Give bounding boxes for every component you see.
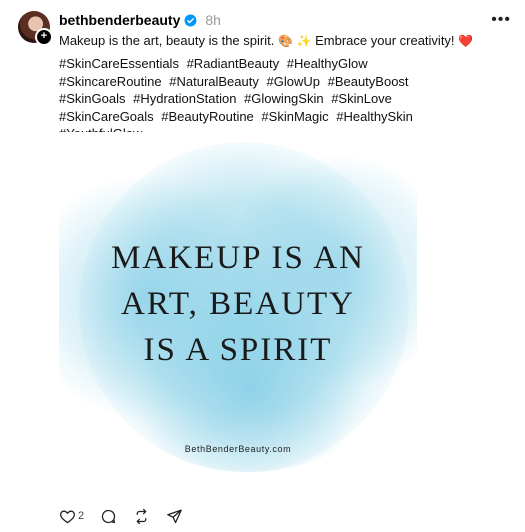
hashtag[interactable]: #GlowingSkin (244, 91, 324, 106)
post-time: 8h (205, 12, 221, 28)
hashtag[interactable]: #HealthySkin (336, 109, 413, 124)
site-watermark: BethBenderBeauty.com (184, 444, 292, 454)
hashtag[interactable]: #RadiantBeauty (187, 56, 280, 71)
sparkles-emoji: ✨ (296, 34, 312, 48)
palette-emoji: 🎨 (277, 34, 293, 48)
post-caption: Makeup is the art, beauty is the spirit.… (59, 32, 509, 50)
post-header: bethbenderbeauty 8h ••• (59, 11, 511, 29)
send-icon (167, 508, 182, 523)
hashtag[interactable]: #SkinGoals (59, 91, 125, 106)
follow-plus-icon[interactable]: + (35, 28, 53, 46)
hashtag[interactable]: #SkincareRoutine (59, 74, 162, 89)
heart-emoji: ❤️ (458, 34, 474, 48)
comment-icon (102, 509, 116, 523)
hashtag[interactable]: #HydrationStation (133, 91, 236, 106)
share-button[interactable] (166, 508, 183, 525)
caption-text: Makeup is the art, beauty is the spirit. (59, 33, 275, 48)
heart-icon (60, 510, 75, 523)
hashtag[interactable]: #SkinCareEssentials (59, 56, 179, 71)
hashtag[interactable]: #BeautyRoutine (161, 109, 254, 124)
quote-line: MAKEUP IS AN (111, 240, 365, 276)
hashtag[interactable]: #SkinCareGoals (59, 109, 154, 124)
avatar[interactable]: + (18, 11, 53, 46)
verified-badge-icon (184, 14, 197, 26)
quote-line: ART, BEAUTY (121, 286, 355, 322)
hashtag[interactable]: #NaturalBeauty (169, 74, 259, 89)
action-bar: 2 (59, 507, 199, 525)
hashtag[interactable]: #HealthyGlow (287, 56, 368, 71)
quote-text: MAKEUP IS AN ART, BEAUTY IS A SPIRIT (59, 235, 417, 373)
hashtag[interactable]: #SkinLove (331, 91, 392, 106)
hashtag-list: #SkinCareEssentials #RadiantBeauty #Heal… (59, 55, 479, 143)
caption-text-2: Embrace your creativity! (315, 33, 455, 48)
hashtag[interactable]: #GlowUp (267, 74, 320, 89)
comment-button[interactable] (100, 508, 117, 525)
hashtag[interactable]: #SkinMagic (261, 109, 328, 124)
repost-icon (136, 508, 147, 524)
like-button[interactable]: 2 (59, 508, 84, 525)
more-options-icon[interactable]: ••• (491, 11, 511, 29)
like-count: 2 (78, 510, 85, 522)
post-image[interactable]: MAKEUP IS AN ART, BEAUTY IS A SPIRIT Bet… (59, 132, 417, 496)
repost-button[interactable] (133, 508, 150, 525)
username[interactable]: bethbenderbeauty (59, 12, 180, 28)
hashtag[interactable]: #BeautyBoost (328, 74, 409, 89)
quote-line: IS A SPIRIT (143, 332, 333, 368)
